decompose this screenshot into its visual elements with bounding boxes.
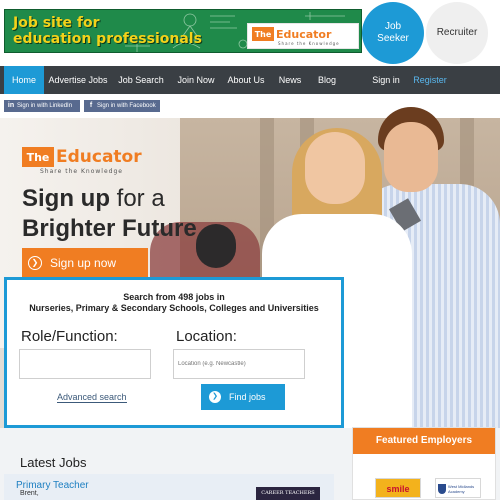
logo-the-mark: The (252, 27, 274, 41)
nav-item-join-now[interactable]: Join Now (172, 66, 220, 94)
logo-wordmark: Educator (276, 27, 332, 41)
featured-employers-panel: Featured Employers smile West Midlands A… (352, 427, 496, 500)
nav-register[interactable]: Register (408, 66, 452, 94)
school-crest-icon (438, 484, 446, 494)
background-student-head (196, 224, 236, 268)
find-jobs-button[interactable]: ❯ Find jobs (201, 384, 285, 410)
page: Job site for education professionals The… (0, 0, 500, 500)
nav-sign-in[interactable]: Sign in (366, 66, 406, 94)
recruiter-label: Recruiter (436, 27, 478, 38)
linkedin-signin-button[interactable]: in Sign in with LinkedIn (4, 100, 80, 112)
job-seeker-label-line2: Seeker (377, 33, 409, 44)
recruiter-button[interactable]: Recruiter (426, 2, 488, 64)
job-search-panel: Search from 498 jobs in Nurseries, Prima… (4, 277, 344, 428)
find-jobs-label: Find jobs (229, 392, 266, 402)
job-employer-logo[interactable]: CAREER TEACHERS (256, 487, 320, 500)
female-student-face (305, 132, 365, 204)
hero-educator-logo: The Educator (22, 147, 142, 167)
sign-up-now-button[interactable]: ❯ Sign up now (22, 248, 148, 278)
facebook-signin-label: Sign in with Facebook (97, 103, 156, 109)
male-student-face (384, 122, 438, 192)
job-location: Brent, (20, 490, 39, 497)
featured-employers-title: Featured Employers (353, 428, 495, 454)
logo-tagline: Share the Knowledge (278, 41, 340, 46)
nav-item-job-search[interactable]: Job Search (112, 66, 170, 94)
school-logo-text: West Midlands Academy (448, 484, 475, 494)
job-seeker-label-line1: Job (384, 21, 402, 32)
hero-title-bold: Sign up (22, 185, 110, 212)
hero-logo-wordmark: Educator (56, 147, 142, 167)
nav-item-blog[interactable]: Blog (310, 66, 344, 94)
role-function-input[interactable] (19, 349, 151, 379)
sign-up-now-label: Sign up now (50, 256, 117, 270)
nav-item-about-us[interactable]: About Us (222, 66, 270, 94)
hero-title: Sign up for a Brighter Future (22, 184, 197, 244)
educator-logo: The Educator (252, 27, 331, 41)
nav-item-news[interactable]: News (272, 66, 308, 94)
header-banner[interactable]: Job site for education professionals The… (4, 9, 362, 53)
latest-jobs-title: Latest Jobs (20, 455, 87, 470)
location-input[interactable] (173, 349, 305, 379)
hero-logo-the-mark: The (22, 147, 54, 167)
main-nav: Home Advertise Jobs Job Search Join Now … (0, 66, 500, 94)
search-heading-line1: Search from 498 jobs in (123, 292, 225, 302)
banner-tagline: Job site for education professionals (13, 15, 202, 47)
facebook-icon: f (89, 102, 93, 109)
linkedin-icon: in (7, 102, 15, 109)
banner-tagline-line1: Job site for (13, 15, 100, 31)
search-heading: Search from 498 jobs in Nurseries, Prima… (7, 292, 341, 314)
location-label: Location: (176, 328, 237, 345)
search-heading-line2: Nurseries, Primary & Secondary Schools, … (29, 303, 319, 313)
arrow-right-icon: ❯ (28, 256, 42, 270)
banner-tagline-line2: education professionals (13, 31, 202, 47)
arrow-right-icon: ❯ (209, 391, 221, 403)
hero-title-line2: Brighter Future (22, 215, 197, 242)
banner-logo[interactable]: The Educator Share the Knowledge (247, 23, 359, 49)
advanced-search-link[interactable]: Advanced search (57, 392, 127, 403)
nav-item-advertise-jobs[interactable]: Advertise Jobs (46, 66, 110, 94)
role-function-label: Role/Function: (21, 328, 118, 345)
linkedin-signin-label: Sign in with LinkedIn (17, 103, 73, 109)
nav-item-home[interactable]: Home (4, 66, 44, 94)
employer-logo-smile[interactable]: smile (375, 478, 421, 498)
hero-logo-tagline: Share the Knowledge (40, 168, 123, 175)
facebook-signin-button[interactable]: f Sign in with Facebook (84, 100, 160, 112)
job-seeker-button[interactable]: Job Seeker (362, 2, 424, 64)
hero-title-light: for a (109, 185, 165, 212)
employer-logo-school[interactable]: West Midlands Academy (435, 478, 481, 498)
